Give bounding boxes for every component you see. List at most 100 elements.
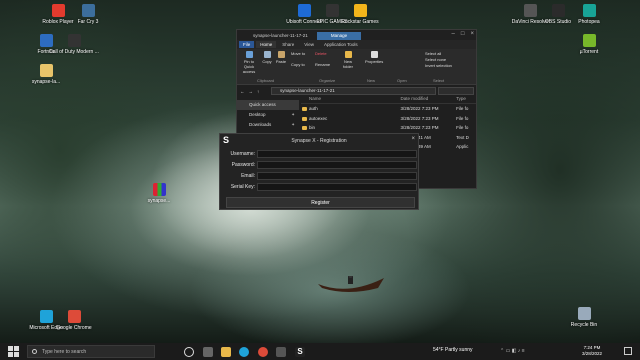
folder-icon — [302, 116, 307, 121]
desktop-icon-label: synapse... — [147, 198, 171, 204]
tab-view[interactable]: View — [300, 41, 318, 48]
task-view-icon[interactable] — [203, 347, 213, 357]
group-organize: Organize — [319, 78, 336, 83]
tab-file[interactable]: File — [239, 41, 255, 48]
desktop-icon[interactable]: Call of Duty Modern ... — [46, 34, 102, 55]
table-row[interactable]: autoexec 3/28/2022 7:23 PM File fo — [301, 114, 476, 124]
copy-button[interactable]: Copy — [261, 51, 273, 64]
desktop-icon-label: Recycle Bin — [570, 322, 598, 328]
new-folder-icon — [344, 51, 352, 58]
search-box[interactable] — [438, 87, 474, 95]
rename-button[interactable]: Rename — [315, 62, 337, 67]
username-label: Username: — [230, 151, 255, 157]
desktop-icon-label: Photopea — [578, 19, 600, 25]
username-field[interactable] — [257, 150, 417, 158]
close-icon[interactable]: × — [411, 136, 415, 142]
app-taskbar-icon[interactable] — [276, 347, 286, 357]
tray-icons[interactable]: ⌃ ▭ ◧ ♪ ≡ — [500, 348, 525, 354]
group-select: Select — [433, 78, 445, 83]
pin-icon: ✦ — [291, 122, 295, 127]
file-list-header: Name Date modified Type — [301, 96, 476, 104]
folder-icon — [302, 107, 307, 112]
delete-button[interactable]: Delete — [315, 51, 337, 56]
clock-date: 3/28/2022 — [581, 351, 602, 356]
desktop: Roblox Player Far Cry 3 Fortnite Call of Du… — [0, 0, 640, 360]
serial-key-label: Serial Key: — [230, 184, 255, 190]
group-clipboard: Clipboard — [257, 78, 275, 83]
weather-widget[interactable]: 54°F Partly sunny — [433, 347, 473, 353]
start-button[interactable] — [8, 346, 19, 357]
desktop-icon[interactable]: Photopea — [561, 4, 617, 25]
copy-to-button[interactable]: Copy to — [291, 62, 313, 67]
tab-home[interactable]: Home — [256, 41, 277, 48]
tab-application-tools[interactable]: Application Tools — [320, 41, 362, 48]
explorer-titlebar[interactable]: synapse-launcher-11-17-21 Manage – □ × — [237, 30, 476, 40]
nav-item-desktop[interactable]: Desktop ✦ — [237, 110, 299, 120]
column-date-modified[interactable]: Date modified — [400, 96, 456, 103]
column-name[interactable]: Name — [301, 96, 400, 103]
register-button[interactable]: Register — [226, 197, 415, 208]
desktop-icon[interactable]: synapse-la... — [18, 64, 74, 85]
desktop-icon[interactable]: Google Chrome — [46, 310, 102, 331]
desktop-icon-label: µTorrent — [579, 49, 599, 55]
minimize-icon[interactable]: – — [452, 31, 455, 37]
zip-folder-icon — [39, 64, 53, 77]
ribbon: Pin to Quick access Copy Paste Move to C… — [237, 49, 476, 85]
desktop-icon-label: Call of Duty Modern ... — [49, 49, 99, 55]
edge-taskbar-icon[interactable] — [239, 347, 249, 357]
tab-share[interactable]: Share — [278, 41, 298, 48]
group-new: New — [367, 78, 376, 83]
utorrent-icon — [582, 34, 596, 47]
folder-icon — [302, 126, 307, 131]
serial-key-field[interactable] — [257, 183, 417, 191]
properties-button[interactable]: Properties — [365, 51, 383, 64]
nav-item-downloads[interactable]: Downloads ✦ — [237, 120, 299, 130]
up-icon[interactable]: ↑ — [257, 89, 259, 94]
table-row[interactable]: bin 3/28/2022 7:23 PM File fo — [301, 123, 476, 133]
column-type[interactable]: Type — [456, 96, 476, 103]
paste-button[interactable]: Paste — [275, 51, 287, 64]
desktop-icon[interactable]: Rockstar Games — [332, 4, 388, 25]
desktop-icon-label: synapse-la... — [31, 79, 61, 85]
new-folder-button[interactable]: New folder — [341, 51, 355, 69]
taskbar-search[interactable]: Type here to search — [27, 345, 155, 358]
pin-icon: ✦ — [291, 112, 295, 117]
invert-selection-button[interactable]: Invert selection — [425, 63, 465, 68]
cortana-icon[interactable] — [184, 347, 194, 357]
winrar-icon — [152, 183, 166, 196]
desktop-icon-label: Google Chrome — [56, 325, 92, 331]
properties-icon — [370, 51, 378, 58]
file-explorer-taskbar-icon[interactable] — [221, 347, 231, 357]
address-bar[interactable]: synapse-launcher-11-17-21 — [271, 87, 436, 95]
farcry-icon — [81, 4, 95, 17]
table-row[interactable]: auth 3/28/2022 7:23 PM File fo — [301, 104, 476, 114]
email-field[interactable] — [257, 172, 417, 180]
password-field[interactable] — [257, 161, 417, 169]
copy-icon — [263, 51, 271, 58]
desktop-icon[interactable]: µTorrent — [561, 34, 617, 55]
tab-manage[interactable]: Manage — [317, 32, 361, 40]
paste-icon — [277, 51, 285, 58]
ribbon-tabs: File Home Share View Application Tools — [237, 40, 476, 49]
desktop-icon-recycle-bin[interactable]: Recycle Bin — [556, 307, 612, 328]
forward-icon[interactable]: → — [249, 89, 254, 94]
select-all-button[interactable]: Select all — [425, 51, 465, 56]
desktop-icon[interactable]: Far Cry 3 — [60, 4, 116, 25]
cod-icon — [67, 34, 81, 47]
password-label: Password: — [231, 162, 255, 168]
maximize-icon[interactable]: □ — [461, 31, 465, 37]
pin-quick-access-button[interactable]: Pin to Quick access — [239, 51, 259, 74]
desktop-icon-label: Far Cry 3 — [77, 19, 99, 25]
nav-item-quick-access[interactable]: Quick access — [237, 100, 299, 110]
select-none-button[interactable]: Select none — [425, 57, 465, 62]
move-to-button[interactable]: Move to — [291, 51, 313, 56]
notifications-icon[interactable] — [624, 347, 632, 355]
dialog-title: Synapse X - Registration — [291, 138, 347, 144]
desktop-icon-winrar[interactable]: synapse... — [131, 183, 187, 204]
clock[interactable]: 7:24 PM 3/28/2022 — [582, 345, 602, 357]
chrome-taskbar-icon[interactable] — [258, 347, 268, 357]
close-icon[interactable]: × — [470, 31, 474, 37]
back-icon[interactable]: ← — [240, 89, 245, 94]
photopea-icon — [582, 4, 596, 17]
synapse-taskbar-icon[interactable]: S — [295, 347, 305, 357]
